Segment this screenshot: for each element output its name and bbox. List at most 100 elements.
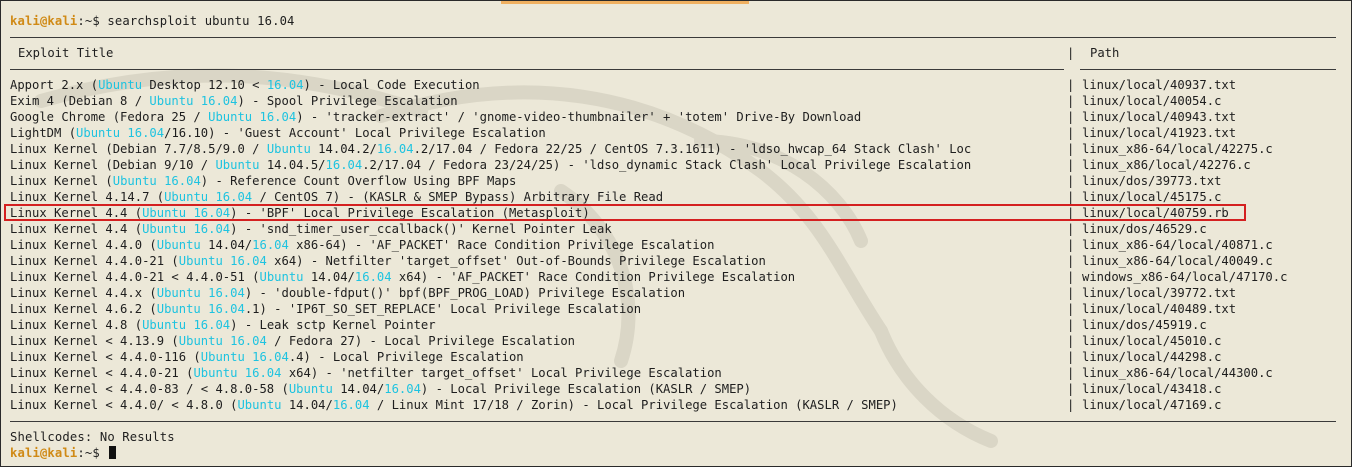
- exploit-row-path[interactable]: linux/local/40943.txt: [1082, 109, 1236, 125]
- title-text: Google Chrome (Fedora 25 /: [10, 110, 209, 124]
- search-match-text: Ubuntu: [237, 398, 282, 412]
- title-text: 14.04/: [303, 270, 355, 284]
- column-separator: |: [1067, 302, 1075, 316]
- title-text: ) - 'double-fdput()' bpf(BPF_PROG_LOAD) …: [244, 286, 686, 300]
- search-match-text: Ubuntu: [288, 382, 333, 396]
- exploit-row-title[interactable]: Apport 2.x (Ubuntu Desktop 12.10 < 16.04…: [10, 77, 1062, 93]
- search-match-text: 16.04: [332, 398, 370, 412]
- title-text: Linux Kernel 4.4 (: [10, 222, 143, 236]
- title-text: Linux Kernel < 4.13.9 (: [10, 334, 179, 348]
- exploit-row-title[interactable]: Linux Kernel 4.6.2 (Ubuntu 16.04.1) - 'I…: [10, 301, 1062, 317]
- search-match-text: Ubuntu 16.04: [142, 222, 231, 236]
- exploit-row-title[interactable]: Linux Kernel 4.4.0-21 < 4.4.0-51 (Ubuntu…: [10, 269, 1062, 285]
- column-separator: |: [1067, 334, 1075, 348]
- exploit-row-path[interactable]: linux/local/40054.c: [1082, 93, 1221, 109]
- column-separator: |: [1067, 270, 1075, 284]
- exploit-row-path[interactable]: linux/local/45010.c: [1082, 333, 1221, 349]
- column-separator: |: [1067, 206, 1075, 220]
- column-separator: |: [1067, 158, 1075, 172]
- exploit-row-path[interactable]: windows_x86-64/local/47170.c: [1082, 269, 1287, 285]
- search-match-text: Ubuntu: [266, 142, 311, 156]
- exploit-row-title[interactable]: Linux Kernel 4.4 (Ubuntu 16.04) - 'BPF' …: [10, 205, 1062, 221]
- exploit-row-path[interactable]: linux/dos/39773.txt: [1082, 173, 1221, 189]
- exploit-row-title[interactable]: Linux Kernel (Ubuntu 16.04) - Reference …: [10, 173, 1062, 189]
- exploit-row-path[interactable]: linux/local/44298.c: [1082, 349, 1221, 365]
- search-match-text: Ubuntu: [98, 78, 143, 92]
- search-match-text: Ubuntu 16.04: [156, 286, 245, 300]
- terminal-window[interactable]: kali@kali:~$ searchsploit ubuntu 16.04 E…: [0, 0, 1352, 467]
- title-text: ) - Leak sctp Kernel Pointer: [230, 318, 436, 332]
- exploit-row-path[interactable]: linux/local/39772.txt: [1082, 285, 1236, 301]
- final-prompt-line[interactable]: kali@kali:~$: [10, 445, 117, 461]
- exploit-row-title[interactable]: LightDM (Ubuntu 16.04/16.10) - 'Guest Ac…: [10, 125, 1062, 141]
- exploit-row-path[interactable]: linux/local/43418.c: [1082, 381, 1221, 397]
- table-top-rule: [10, 37, 1336, 38]
- column-separator: |: [1067, 222, 1075, 236]
- table-bottom-rule: [10, 421, 1336, 422]
- exploit-row-title[interactable]: Linux Kernel (Debian 9/10 / Ubuntu 14.04…: [10, 157, 1062, 173]
- exploit-row-title[interactable]: Exim 4 (Debian 8 / Ubuntu 16.04) - Spool…: [10, 93, 1062, 109]
- search-match-text: Ubuntu 16.04: [178, 254, 267, 268]
- search-match-text: Ubuntu: [215, 158, 260, 172]
- column-header-path: Path: [1090, 46, 1120, 60]
- exploit-row-path[interactable]: linux/local/45175.c: [1082, 189, 1221, 205]
- title-text: 14.04.2/: [310, 142, 377, 156]
- exploit-row-path[interactable]: linux_x86-64/local/44300.c: [1082, 365, 1273, 381]
- title-text: Linux Kernel 4.8 (: [10, 318, 143, 332]
- exploit-row-path[interactable]: linux_x86-64/local/40049.c: [1082, 253, 1273, 269]
- exploit-row-path[interactable]: linux/dos/45919.c: [1082, 317, 1207, 333]
- title-text: Linux Kernel (Debian 9/10 /: [10, 158, 216, 172]
- column-header-exploit-title: Exploit Title: [18, 46, 114, 60]
- title-text: Linux Kernel < 4.4.0-116 (: [10, 350, 201, 364]
- search-match-text: Ubuntu 16.04: [112, 174, 201, 188]
- exploit-row-path[interactable]: linux/local/41923.txt: [1082, 125, 1236, 141]
- exploit-row-path[interactable]: linux/dos/46529.c: [1082, 221, 1207, 237]
- title-text: x64) - 'netfilter target_offset' Local P…: [281, 366, 722, 380]
- exploit-row-path[interactable]: linux/local/40489.txt: [1082, 301, 1236, 317]
- exploit-row-path[interactable]: linux/local/47169.c: [1082, 397, 1221, 413]
- exploit-row-path[interactable]: linux/local/40759.rb: [1082, 205, 1229, 221]
- column-separator: |: [1067, 398, 1075, 412]
- exploit-row-path[interactable]: linux_x86-64/local/40871.c: [1082, 237, 1273, 253]
- column-separator: |: [1067, 382, 1075, 396]
- exploit-row-title[interactable]: Linux Kernel 4.4.0-21 (Ubuntu 16.04 x64)…: [10, 253, 1062, 269]
- title-text: .2/17.04 / Fedora 22/25 / CentOS 7.3.161…: [413, 142, 972, 156]
- exploit-row-title[interactable]: Linux Kernel 4.8 (Ubuntu 16.04) - Leak s…: [10, 317, 1062, 333]
- exploit-row-title[interactable]: Linux Kernel < 4.4.0-83 / < 4.8.0-58 (Ub…: [10, 381, 1062, 397]
- title-text: Linux Kernel 4.4 (: [10, 206, 143, 220]
- title-text: x64) - Netfilter 'target_offset' Out-of-…: [266, 254, 766, 268]
- exploit-row-path[interactable]: linux/local/40937.txt: [1082, 77, 1236, 93]
- title-text: Linux Kernel 4.4.0 (: [10, 238, 157, 252]
- window-accent-bar: [501, 1, 749, 4]
- exploit-row-title[interactable]: Linux Kernel < 4.13.9 (Ubuntu 16.04 / Fe…: [10, 333, 1062, 349]
- search-match-text: Ubuntu: [156, 238, 201, 252]
- title-text: Linux Kernel 4.6.2 (: [10, 302, 157, 316]
- exploit-row-title[interactable]: Linux Kernel (Debian 7.7/8.5/9.0 / Ubunt…: [10, 141, 1062, 157]
- exploit-row-title[interactable]: Linux Kernel 4.14.7 (Ubuntu 16.04 / Cent…: [10, 189, 1062, 205]
- exploit-row-path[interactable]: linux_x86/local/42276.c: [1082, 157, 1251, 173]
- search-match-text: 16.04: [252, 238, 289, 252]
- final-prompt-path: :~$: [77, 446, 100, 460]
- title-text: Exim 4 (Debian 8 /: [10, 94, 150, 108]
- exploit-row-title[interactable]: Linux Kernel < 4.4.0-116 (Ubuntu 16.04.4…: [10, 349, 1062, 365]
- exploit-row-path[interactable]: linux_x86-64/local/42275.c: [1082, 141, 1273, 157]
- exploit-row-title[interactable]: Linux Kernel < 4.4.0/ < 4.8.0 (Ubuntu 14…: [10, 397, 1062, 413]
- final-prompt-user-host: kali@kali: [10, 446, 78, 460]
- title-text: .4) - Local Privilege Escalation: [288, 350, 524, 364]
- title-text: Linux Kernel < 4.4.0/ < 4.8.0 (: [10, 398, 238, 412]
- search-match-text: Ubuntu 16.04: [156, 302, 245, 316]
- search-match-text: Ubuntu 16.04: [149, 94, 238, 108]
- title-text: ) - 'snd_timer_user_ccallback()' Kernel …: [230, 222, 612, 236]
- column-separator: |: [1067, 318, 1075, 332]
- column-separator: |: [1067, 126, 1075, 140]
- exploit-row-title[interactable]: Linux Kernel 4.4 (Ubuntu 16.04) - 'snd_t…: [10, 221, 1062, 237]
- exploit-row-title[interactable]: Linux Kernel < 4.4.0-21 (Ubuntu 16.04 x6…: [10, 365, 1062, 381]
- title-text: x86-64) - 'AF_PACKET' Race Condition Pri…: [288, 238, 715, 252]
- title-text: Linux Kernel < 4.4.0-21 (: [10, 366, 194, 380]
- search-match-text: Ubuntu: [259, 270, 304, 284]
- exploit-row-title[interactable]: Linux Kernel 4.4.x (Ubuntu 16.04) - 'dou…: [10, 285, 1062, 301]
- title-text: ) - Spool Privilege Escalation: [237, 94, 458, 108]
- exploit-row-title[interactable]: Linux Kernel 4.4.0 (Ubuntu 14.04/16.04 x…: [10, 237, 1062, 253]
- exploit-row-title[interactable]: Google Chrome (Fedora 25 / Ubuntu 16.04)…: [10, 109, 1062, 125]
- column-separator: |: [1067, 174, 1075, 188]
